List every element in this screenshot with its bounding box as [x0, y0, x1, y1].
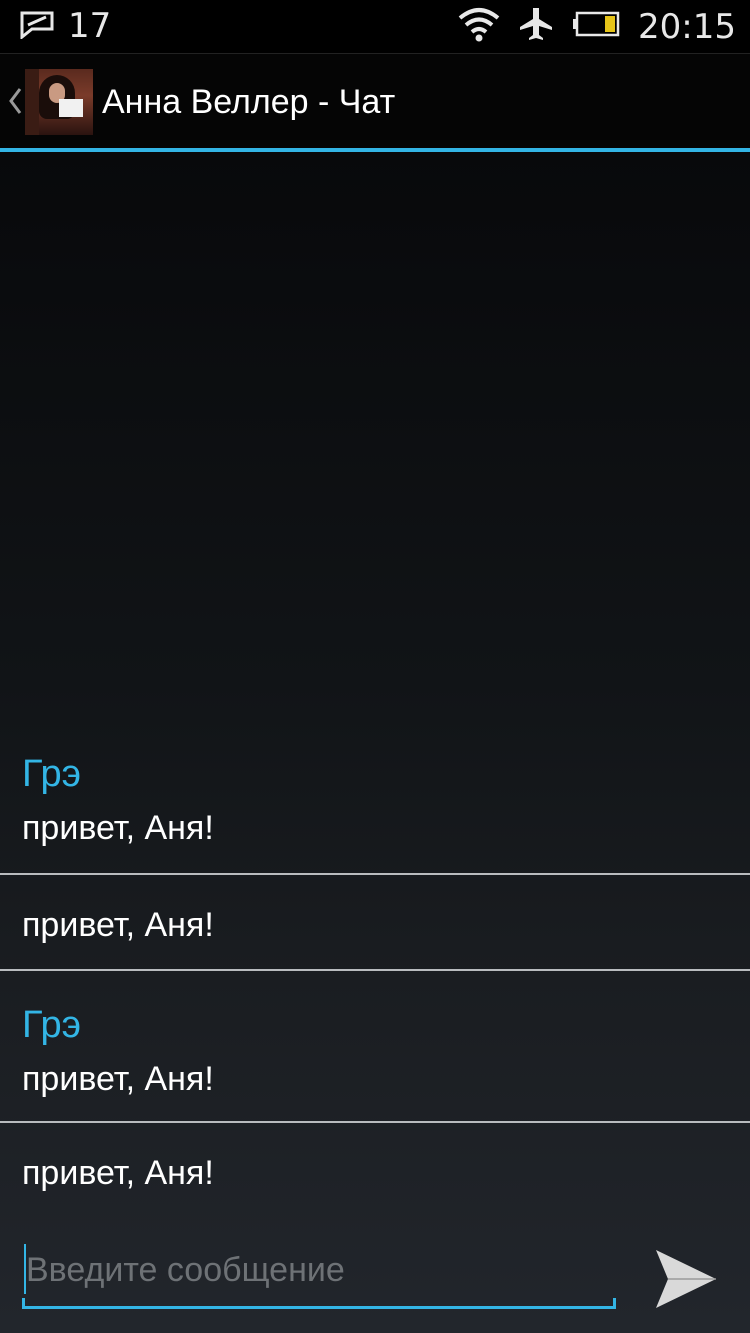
- action-bar: Анна Веллер - Чат: [0, 54, 750, 148]
- chat-area[interactable]: Грэ привет, Аня! привет, Аня! Грэ привет…: [0, 152, 750, 1333]
- input-underline-right-tick: [613, 1298, 616, 1308]
- chevron-left-icon[interactable]: [8, 86, 22, 122]
- clock: 20:15: [638, 6, 736, 47]
- message-item[interactable]: Грэ привет, Аня!: [0, 971, 750, 1121]
- wifi-icon: [458, 6, 500, 47]
- message-item[interactable]: Грэ привет, Аня!: [0, 748, 750, 873]
- page-title: Анна Веллер - Чат: [102, 83, 396, 121]
- airplane-mode-icon: [518, 6, 554, 47]
- status-bar: 17 20:15: [0, 0, 750, 54]
- message-text: привет, Аня!: [22, 1154, 214, 1192]
- input-underline-left-tick: [22, 1298, 25, 1308]
- message-sender: Грэ: [22, 753, 81, 795]
- message-item[interactable]: привет, Аня!: [0, 875, 750, 969]
- notification-count: 17: [68, 6, 112, 46]
- send-button[interactable]: [650, 1246, 722, 1316]
- status-right: 20:15: [458, 6, 736, 47]
- message-sender: Грэ: [22, 1004, 81, 1046]
- status-left: 17: [18, 8, 111, 44]
- send-icon: [654, 1248, 718, 1315]
- battery-icon: [572, 11, 620, 42]
- message-text: привет, Аня!: [22, 906, 214, 944]
- message-icon: [18, 9, 58, 44]
- message-text: привет, Аня!: [22, 809, 214, 847]
- avatar[interactable]: [25, 69, 93, 135]
- message-composer: [22, 1238, 616, 1314]
- message-item[interactable]: привет, Аня!: [0, 1123, 750, 1213]
- input-underline: [22, 1306, 616, 1309]
- message-text: привет, Аня!: [22, 1060, 214, 1098]
- text-cursor: [24, 1244, 26, 1294]
- message-input[interactable]: [26, 1242, 606, 1298]
